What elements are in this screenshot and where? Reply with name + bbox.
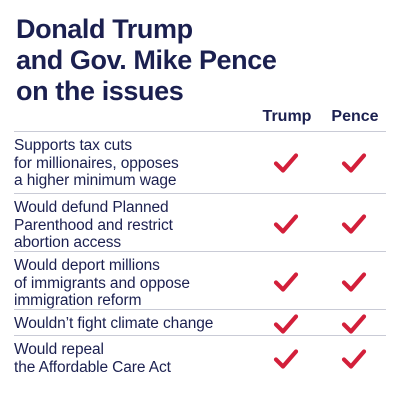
issue-label: Would defund Planned Parenthood and rest…: [14, 199, 173, 251]
column-header-pence: Pence: [331, 108, 379, 125]
table-row: Wouldn’t fight climate change: [14, 309, 386, 335]
title-line-3: on the issues: [16, 76, 184, 106]
table-row: Would repeal the Affordable Care Act: [14, 335, 386, 385]
comparison-graphic: Donald Trump and Gov. Mike Pence on the …: [0, 0, 400, 400]
column-header-trump: Trump: [262, 108, 312, 125]
issue-label: Wouldn’t fight climate change: [14, 315, 214, 332]
issue-label: Supports tax cuts for millionaires, oppo…: [14, 137, 179, 189]
checkmark-icon: [273, 213, 299, 235]
table-row: Supports tax cuts for millionaires, oppo…: [14, 131, 386, 193]
checkmark-icon: [341, 213, 367, 235]
checkmark-icon: [341, 152, 367, 174]
table-row: Would defund Planned Parenthood and rest…: [14, 193, 386, 251]
checkmark-icon: [273, 271, 299, 293]
title-line-1: Donald Trump: [16, 14, 193, 44]
title-line-2: and Gov. Mike Pence: [16, 45, 277, 75]
checkmark-icon: [341, 348, 367, 370]
checkmark-icon: [273, 152, 299, 174]
issue-label: Would repeal the Affordable Care Act: [14, 341, 171, 376]
checkmark-icon: [341, 271, 367, 293]
checkmark-icon: [341, 313, 367, 335]
checkmark-icon: [273, 313, 299, 335]
checkmark-icon: [273, 348, 299, 370]
issues-table: Supports tax cuts for millionaires, oppo…: [14, 131, 386, 385]
issue-label: Would deport millions of immigrants and …: [14, 257, 190, 309]
page-title: Donald Trump and Gov. Mike Pence on the …: [16, 14, 376, 107]
table-row: Would deport millions of immigrants and …: [14, 251, 386, 309]
